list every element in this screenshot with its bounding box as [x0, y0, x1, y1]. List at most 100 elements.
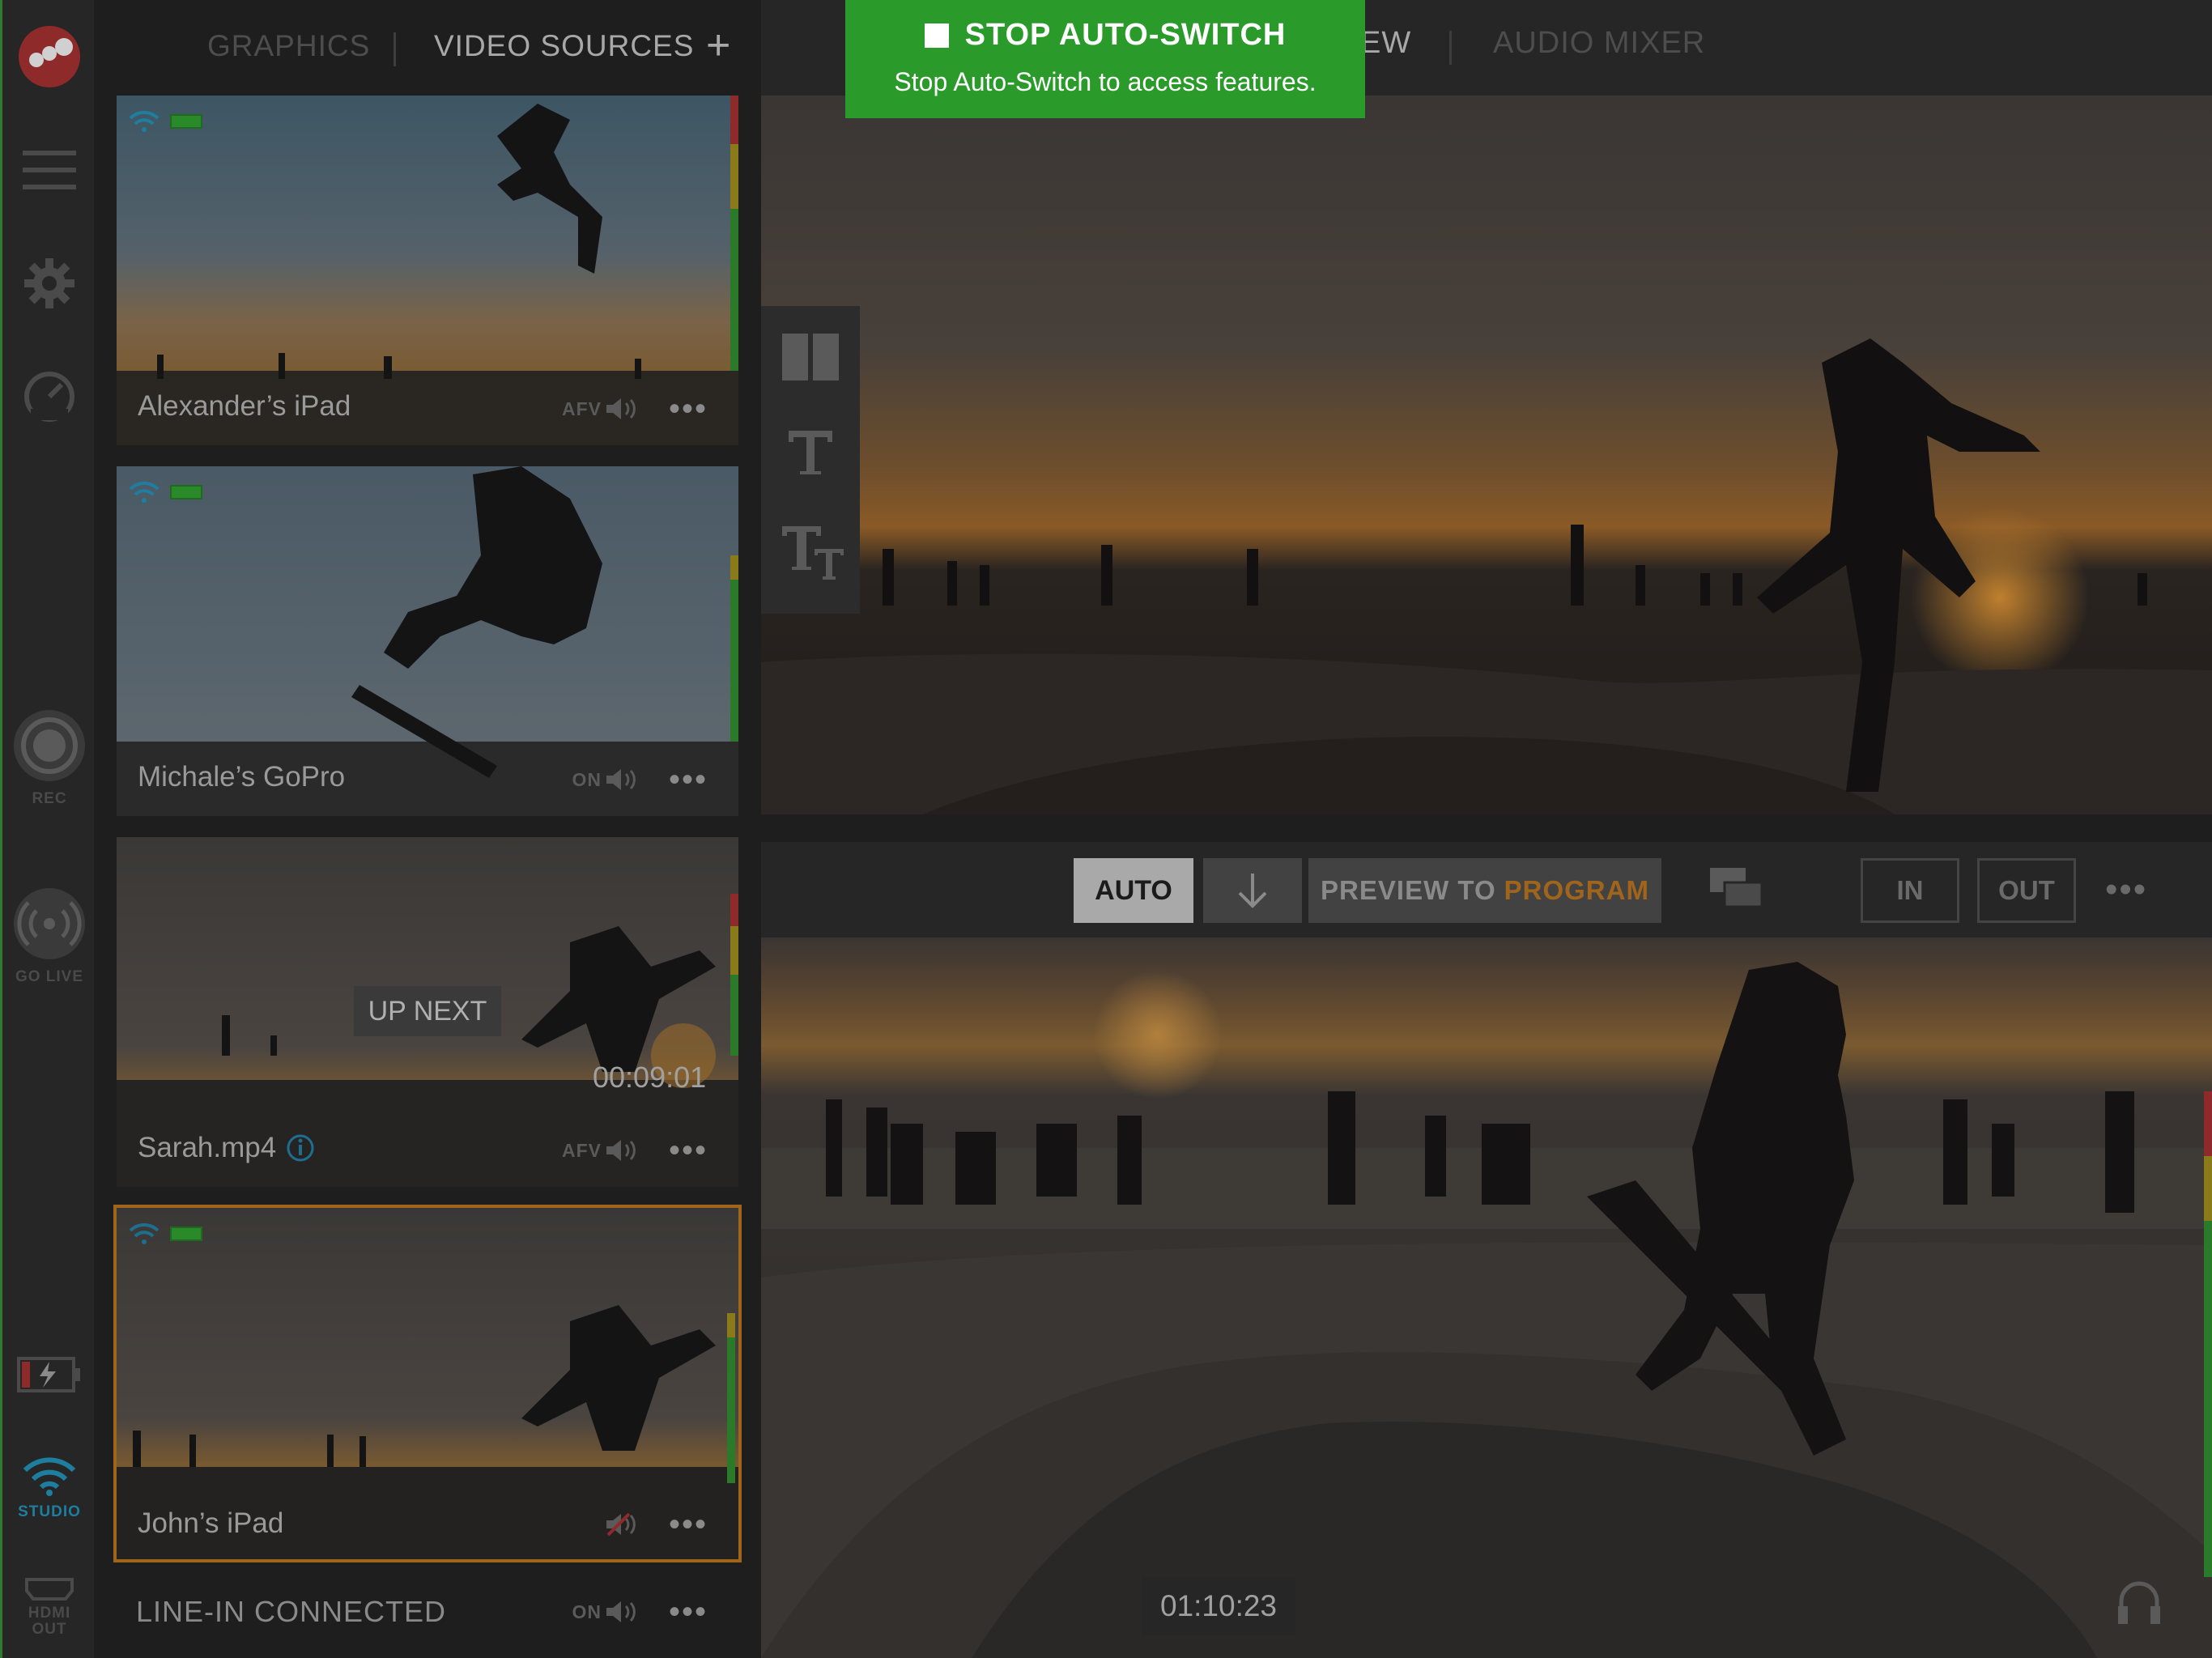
app-logo[interactable]: [2, 23, 96, 91]
up-next-badge: UP NEXT: [354, 986, 501, 1036]
battery-charging-icon: [17, 1357, 80, 1392]
studio-label: STUDIO: [18, 1503, 81, 1520]
more-options-button[interactable]: •••: [669, 1508, 708, 1541]
info-icon[interactable]: [286, 1133, 315, 1163]
preview-video: [761, 96, 2212, 814]
clip-timecode: 00:09:01: [593, 1061, 707, 1094]
in-button[interactable]: IN: [1861, 858, 1959, 923]
afv-label: AFV: [562, 1139, 602, 1161]
wifi-icon: [129, 481, 160, 503]
audio-on-toggle[interactable]: ON: [572, 767, 638, 792]
source-status: [128, 481, 202, 504]
on-label: ON: [572, 768, 602, 790]
performance-button[interactable]: [2, 364, 96, 429]
battery-icon: [170, 1226, 202, 1241]
afv-label: AFV: [562, 397, 602, 419]
record-button[interactable]: REC: [2, 701, 96, 814]
audio-meter: [730, 555, 738, 742]
wifi-icon: [129, 110, 160, 132]
source-status: [128, 110, 202, 133]
go-live-button[interactable]: GO LIVE: [2, 876, 96, 996]
text-size-icon: [782, 526, 844, 580]
layout-button[interactable]: [782, 334, 839, 385]
out-button[interactable]: OUT: [1977, 858, 2076, 923]
menu-button[interactable]: [2, 138, 96, 202]
headphones-button[interactable]: [2115, 1577, 2163, 1630]
arrow-down-icon: [1238, 874, 1267, 908]
stop-auto-switch-banner[interactable]: STOP AUTO-SWITCH Stop Auto-Switch to acc…: [845, 0, 1365, 118]
add-source-button[interactable]: +: [706, 21, 731, 70]
source-card-michale[interactable]: Michale’s GoPro ON •••: [117, 466, 738, 816]
text-icon: [789, 431, 832, 474]
banner-subtitle: Stop Auto-Switch to access features.: [894, 67, 1317, 96]
source-status: [128, 1222, 202, 1245]
transition-controls: AUTO PREVIEW TO PROGRAM IN OUT •••: [761, 842, 2212, 937]
title-text-button[interactable]: [785, 427, 836, 482]
logo-icon: [19, 26, 80, 87]
out-label: OUT: [32, 1621, 67, 1638]
source-name-row: Sarah.mp4: [138, 1132, 315, 1164]
split-layout-icon: [782, 334, 839, 380]
tab-preview[interactable]: EW: [1360, 26, 1411, 61]
stop-icon: [924, 23, 949, 48]
wifi-icon: [129, 1222, 160, 1244]
source-name: Sarah.mp4: [138, 1132, 277, 1163]
mute-toggle[interactable]: [602, 1512, 637, 1537]
record-icon: [14, 710, 85, 781]
source-card-john[interactable]: John’s iPad •••: [113, 1205, 742, 1562]
speaker-icon: [606, 398, 636, 419]
program-monitor[interactable]: 01:10:23: [761, 937, 2212, 1658]
speaker-icon: [606, 1601, 636, 1622]
more-options-button[interactable]: •••: [669, 1134, 708, 1167]
cut-down-button[interactable]: [1203, 858, 1302, 923]
audio-on-toggle[interactable]: ON: [572, 1600, 638, 1624]
tab-divider: [1449, 31, 1452, 65]
line-in-label: LINE-IN CONNECTED: [136, 1595, 447, 1628]
tab-audio-mixer[interactable]: AUDIO MIXER: [1493, 26, 1705, 61]
transition-style-button[interactable]: [1708, 866, 1765, 916]
gauge-icon: [24, 372, 74, 422]
source-name: Michale’s GoPro: [138, 761, 346, 793]
program-audio-meter: [2204, 1091, 2212, 1577]
preview-to-program-button[interactable]: PREVIEW TO PROGRAM: [1308, 858, 1661, 923]
program-video: [761, 937, 2212, 1658]
speaker-muted-icon: [606, 1512, 636, 1537]
more-options-button[interactable]: •••: [669, 393, 708, 425]
preview-to-label: PREVIEW TO: [1321, 875, 1496, 905]
speaker-icon: [606, 1140, 636, 1161]
program-label: PROGRAM: [1504, 875, 1649, 905]
rec-label: REC: [32, 790, 67, 807]
hamburger-icon: [23, 151, 76, 189]
source-name: John’s iPad: [138, 1507, 284, 1539]
gear-icon: [24, 258, 74, 308]
go-live-label: GO LIVE: [15, 968, 84, 985]
line-in-row[interactable]: LINE-IN CONNECTED ON •••: [117, 1579, 738, 1643]
wifi-icon: [23, 1457, 76, 1496]
source-name: Alexander’s iPad: [138, 390, 351, 422]
graphics-tools: [761, 306, 860, 614]
battery-icon: [170, 114, 202, 129]
hdmi-icon: [25, 1578, 74, 1601]
more-options-button[interactable]: •••: [669, 763, 708, 796]
more-options-button[interactable]: •••: [2105, 869, 2147, 910]
headphones-icon: [2118, 1581, 2160, 1624]
tab-video-sources[interactable]: VIDEO SOURCES: [434, 29, 694, 63]
preview-monitor[interactable]: [761, 96, 2212, 814]
afv-toggle[interactable]: AFV: [562, 397, 637, 421]
lower-third-button[interactable]: [781, 525, 845, 585]
tab-graphics[interactable]: GRAPHICS: [207, 29, 370, 63]
hdmi-out-button[interactable]: HDMI OUT: [2, 1562, 96, 1652]
battery-icon: [170, 485, 202, 500]
battery-status: [2, 1350, 96, 1399]
overlap-icon: [1710, 868, 1763, 908]
side-rail: REC GO LIVE STUDIO HDMI OUT: [0, 0, 94, 1658]
more-options-button[interactable]: •••: [669, 1596, 708, 1628]
source-thumbnail: [117, 1208, 738, 1559]
settings-button[interactable]: [2, 251, 96, 316]
auto-button[interactable]: AUTO: [1074, 858, 1193, 923]
source-card-alexander[interactable]: Alexander’s iPad AFV •••: [117, 96, 738, 445]
hdmi-label: HDMI: [28, 1605, 71, 1622]
studio-button[interactable]: STUDIO: [2, 1449, 96, 1527]
afv-toggle[interactable]: AFV: [562, 1138, 637, 1163]
audio-meter: [730, 96, 738, 371]
